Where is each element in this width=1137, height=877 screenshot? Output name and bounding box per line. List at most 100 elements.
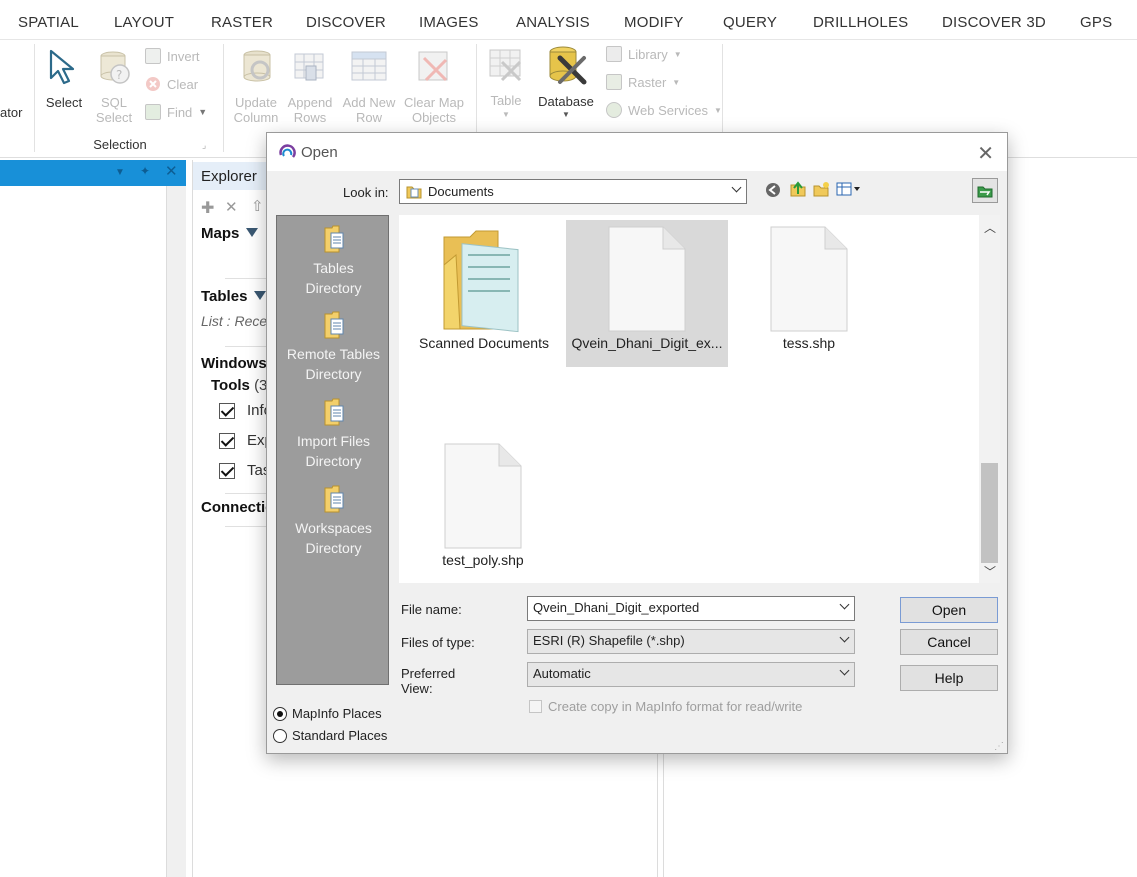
tab-raster[interactable]: RASTER (211, 14, 273, 31)
back-icon[interactable] (765, 182, 781, 198)
tables-expand-icon[interactable] (254, 291, 267, 300)
clear-map-objects-button[interactable]: Clear Map Objects (400, 95, 468, 125)
place-import-files-directory[interactable]: Import Files Directory (277, 397, 390, 471)
select-arrow-icon[interactable] (47, 48, 83, 88)
dialog-close-icon[interactable]: ✕ (977, 141, 994, 166)
left-panel: ▼ ✦ ✕ (0, 160, 186, 877)
maps-expand-icon[interactable] (246, 228, 259, 237)
add-new-row-button[interactable]: Add New Row (340, 95, 398, 125)
dialog-launcher-icon[interactable]: ⌟ (202, 140, 206, 151)
library-button[interactable]: Library ▼ (606, 46, 682, 62)
create-copy-checkbox[interactable]: Create copy in MapInfo format for read/w… (529, 699, 802, 714)
explorer-tab[interactable]: Explorer (193, 162, 277, 190)
checkbox[interactable] (529, 700, 542, 713)
windows-section[interactable]: Windows (201, 355, 267, 372)
file-item-scanned-documents[interactable]: Scanned Documents (409, 225, 559, 351)
file-item-qvein-dhani[interactable]: Qvein_Dhani_Digit_ex... (566, 225, 728, 351)
tab-layout[interactable]: LAYOUT (114, 14, 174, 31)
tab-discover[interactable]: DISCOVER (306, 14, 386, 31)
ribbon-separator (34, 44, 35, 152)
tab-gps[interactable]: GPS (1080, 14, 1112, 31)
invert-button[interactable]: Invert (145, 48, 200, 64)
file-item-test-poly-shp[interactable]: test_poly.shp (413, 442, 553, 568)
update-column-icon[interactable] (240, 48, 276, 86)
mapinfo-places-radio[interactable]: MapInfo Places (273, 706, 382, 721)
clear-map-objects-icon[interactable] (416, 48, 454, 86)
tab-discover-3d[interactable]: DISCOVER 3D (942, 14, 1046, 31)
add-icon[interactable]: ✚ (201, 198, 214, 218)
place-workspaces-directory[interactable]: Workspaces Directory (277, 484, 390, 558)
scroll-down-icon[interactable]: ﹀ (984, 563, 996, 580)
invert-icon (145, 48, 161, 64)
append-rows-icon[interactable] (292, 48, 328, 86)
new-folder-icon[interactable] (812, 180, 830, 198)
close-icon[interactable]: ✕ (165, 162, 178, 180)
update-column-button[interactable]: Update Column (230, 95, 282, 125)
tool-item-explorer[interactable]: Exp (219, 432, 273, 449)
place-remote-tables-directory[interactable]: Remote Tables Directory (277, 310, 390, 384)
table-icon[interactable] (488, 46, 526, 86)
database-dropdown-icon[interactable]: ▼ (562, 110, 570, 119)
standard-places-radio[interactable]: Standard Places (273, 728, 387, 743)
panel-dropdown-icon[interactable]: ▼ (115, 167, 125, 178)
partial-command-label[interactable]: ator (0, 105, 22, 120)
table-button[interactable]: Table (486, 93, 526, 108)
table-dropdown-icon[interactable]: ▼ (502, 110, 510, 119)
tab-query[interactable]: QUERY (723, 14, 777, 31)
file-list: Scanned Documents Qvein_Dhani_Digit_ex..… (399, 215, 1000, 583)
checkbox[interactable] (219, 462, 235, 479)
tab-spatial[interactable]: SPATIAL (18, 14, 79, 31)
folder-icon (443, 230, 519, 333)
refresh-button[interactable] (972, 178, 998, 203)
tab-drillholes[interactable]: DRILLHOLES (813, 14, 908, 31)
tables-section[interactable]: Tables (201, 288, 267, 305)
find-button[interactable]: Find ▼ (145, 104, 207, 120)
web-services-button[interactable]: Web Services ▼ (606, 102, 722, 118)
file-list-scrollbar[interactable]: ︿ ﹀ (979, 215, 1000, 583)
select-button[interactable]: Select (44, 95, 84, 110)
checkbox[interactable] (219, 432, 235, 449)
radio-unselected[interactable] (273, 728, 287, 743)
append-rows-button[interactable]: Append Rows (284, 95, 336, 125)
database-button[interactable]: Database (534, 94, 598, 109)
tool-item-task[interactable]: Tas (219, 462, 270, 479)
tab-images[interactable]: IMAGES (419, 14, 479, 31)
remove-icon[interactable]: ✕ (225, 198, 238, 216)
tables-list-recent[interactable]: List : Recen (201, 313, 275, 329)
chevron-down-icon[interactable] (839, 599, 850, 610)
library-label: Library (628, 46, 668, 62)
file-name-input[interactable]: Qvein_Dhani_Digit_exported (527, 596, 855, 621)
open-button[interactable]: Open (900, 597, 998, 623)
invert-label: Invert (167, 48, 200, 64)
help-button[interactable]: Help (900, 665, 998, 691)
preferred-view-dropdown[interactable]: Automatic (527, 662, 855, 687)
checkbox[interactable] (219, 402, 235, 419)
tab-analysis[interactable]: ANALYSIS (516, 14, 590, 31)
resize-grip-icon[interactable]: ⋰ (994, 741, 1004, 752)
tool-item-info[interactable]: Info (219, 402, 272, 419)
raster-label: Raster (628, 74, 667, 90)
scroll-up-icon[interactable]: ︿ (984, 219, 996, 236)
scrollbar-thumb[interactable] (981, 463, 998, 563)
tools-section[interactable]: Tools (3 (211, 377, 267, 394)
clear-button[interactable]: Clear (145, 76, 198, 92)
view-menu-icon[interactable] (836, 181, 862, 197)
move-up-icon[interactable]: ⇧ (251, 197, 264, 215)
connections-section[interactable]: Connectio (201, 499, 274, 516)
up-folder-icon[interactable] (789, 180, 807, 198)
database-icon[interactable] (546, 44, 588, 86)
place-tables-directory[interactable]: Tables Directory (277, 224, 390, 298)
sql-select-icon[interactable]: ? (98, 48, 134, 88)
tab-modify[interactable]: MODIFY (624, 14, 684, 31)
add-new-row-icon[interactable] (350, 48, 388, 86)
sql-select-button[interactable]: SQL Select (92, 95, 136, 125)
pin-icon[interactable]: ✦ (140, 164, 150, 178)
raster-button[interactable]: Raster ▼ (606, 74, 680, 90)
maps-section[interactable]: Maps (201, 225, 259, 242)
cancel-button[interactable]: Cancel (900, 629, 998, 655)
radio-selected[interactable] (273, 706, 287, 721)
left-panel-scrollbar[interactable] (166, 186, 186, 877)
file-item-tess-shp[interactable]: tess.shp (739, 225, 879, 351)
look-in-dropdown[interactable]: Documents (399, 179, 747, 204)
files-of-type-dropdown[interactable]: ESRI (R) Shapefile (*.shp) (527, 629, 855, 654)
